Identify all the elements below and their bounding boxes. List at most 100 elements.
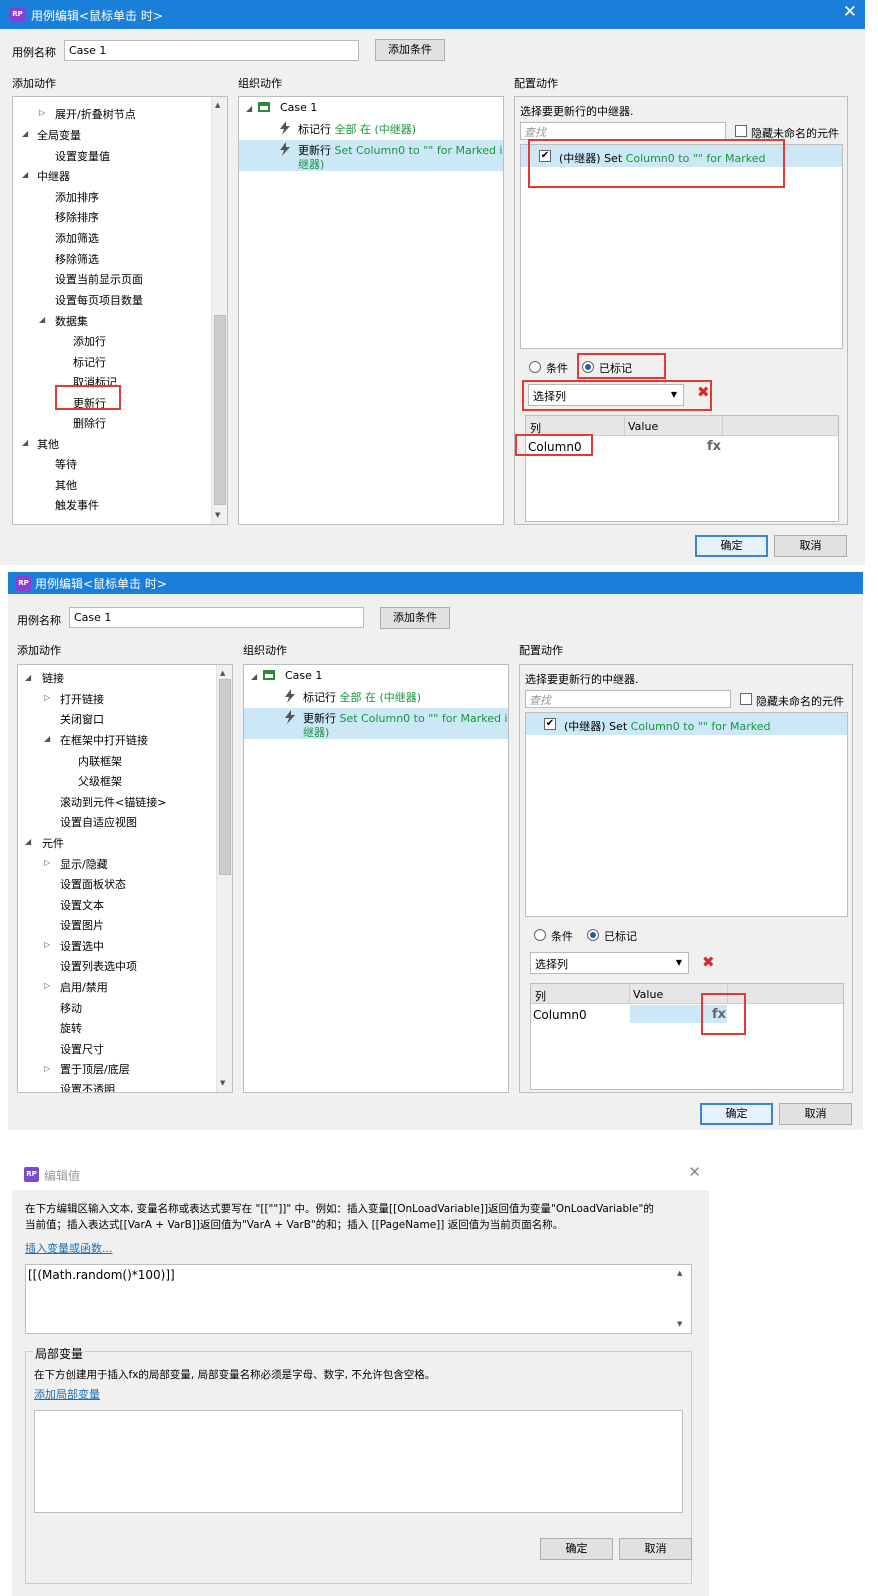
tree-item[interactable]: 打开链接 bbox=[60, 691, 104, 707]
tree-item[interactable]: 数据集 bbox=[55, 313, 88, 329]
collapse-icon[interactable]: ◢ bbox=[22, 438, 28, 447]
radio-condition[interactable] bbox=[534, 929, 546, 941]
collapse-icon[interactable]: ◢ bbox=[22, 170, 28, 179]
select-column-dropdown[interactable]: 选择列 ▼ bbox=[530, 952, 689, 974]
close-icon[interactable]: ✕ bbox=[843, 2, 857, 22]
search-input[interactable]: 查找 bbox=[525, 690, 731, 708]
column-cell[interactable]: Column0 bbox=[533, 1008, 587, 1022]
tree-item[interactable]: 设置尺寸 bbox=[60, 1041, 104, 1057]
action-mark-row[interactable]: 标记行 全部 在 (中继器) bbox=[298, 121, 416, 137]
collapse-icon[interactable]: ◢ bbox=[25, 673, 31, 682]
expand-icon[interactable]: ▷ bbox=[44, 1064, 50, 1073]
tree-item[interactable]: 设置选中 bbox=[60, 938, 104, 954]
collapse-icon[interactable]: ◢ bbox=[246, 104, 252, 113]
expand-icon[interactable]: ▷ bbox=[44, 940, 50, 949]
tree-item[interactable]: 其他 bbox=[55, 477, 77, 493]
scroll-down-icon[interactable]: ▼ bbox=[215, 511, 220, 519]
collapse-icon[interactable]: ◢ bbox=[25, 837, 31, 846]
ok-button[interactable]: 确定 bbox=[540, 1538, 613, 1560]
hide-unnamed-checkbox[interactable] bbox=[740, 693, 752, 705]
ok-button[interactable]: 确定 bbox=[695, 535, 768, 557]
radio-marked[interactable] bbox=[587, 929, 599, 941]
case-name-input[interactable]: Case 1 bbox=[69, 607, 364, 628]
add-condition-button[interactable]: 添加条件 bbox=[380, 607, 450, 629]
cancel-button[interactable]: 取消 bbox=[619, 1538, 692, 1560]
scroll-thumb[interactable] bbox=[214, 315, 226, 505]
collapse-icon[interactable]: ◢ bbox=[39, 315, 45, 324]
case-item[interactable]: Case 1 bbox=[280, 101, 317, 114]
expand-icon[interactable]: ▷ bbox=[44, 858, 50, 867]
scroll-thumb[interactable] bbox=[219, 679, 231, 875]
action-update-row[interactable]: 更新行 Set Column0 to "" for Marked in (中 bbox=[303, 710, 508, 726]
hide-unnamed-checkbox[interactable] bbox=[735, 125, 747, 137]
tree-item[interactable]: 添加行 bbox=[73, 333, 106, 349]
scroll-up-icon[interactable]: ▲ bbox=[677, 1269, 682, 1277]
tree-item[interactable]: 启用/禁用 bbox=[60, 979, 108, 995]
tree-item[interactable]: 链接 bbox=[42, 670, 64, 686]
expand-icon[interactable]: ▷ bbox=[39, 108, 45, 117]
tree-item[interactable]: 展开/折叠树节点 bbox=[55, 106, 136, 122]
editor-scrollbar[interactable]: ▲ ▼ bbox=[674, 1265, 691, 1333]
delete-icon[interactable]: ✖ bbox=[702, 953, 715, 971]
scroll-up-icon[interactable]: ▲ bbox=[220, 669, 225, 677]
tree-item[interactable]: 设置变量值 bbox=[55, 148, 110, 164]
fx-icon[interactable]: fx bbox=[707, 439, 721, 454]
repeater-item[interactable]: (中继器) Set Column0 to "" for Marked bbox=[564, 718, 771, 734]
collapse-icon[interactable]: ◢ bbox=[22, 129, 28, 138]
expand-icon[interactable]: ▷ bbox=[44, 981, 50, 990]
tree-item[interactable]: 设置面板状态 bbox=[60, 876, 126, 892]
tree-item[interactable]: 内联框架 bbox=[78, 753, 122, 769]
tree-item[interactable]: 关闭窗口 bbox=[60, 711, 104, 727]
tree-item[interactable]: 移除排序 bbox=[55, 209, 99, 225]
tree-scrollbar[interactable]: ▲ ▼ bbox=[216, 665, 232, 1092]
local-variables-list[interactable] bbox=[34, 1410, 683, 1513]
tree-item[interactable]: 移动 bbox=[60, 1000, 82, 1016]
collapse-icon[interactable]: ◢ bbox=[44, 734, 50, 743]
search-input[interactable]: 查找 bbox=[520, 122, 726, 140]
tree-item[interactable]: 设置不透明 bbox=[60, 1081, 115, 1092]
tree-item[interactable]: 全局变量 bbox=[37, 127, 81, 143]
tree-item[interactable]: 标记行 bbox=[73, 354, 106, 370]
tree-item[interactable]: 元件 bbox=[42, 835, 64, 851]
tree-item[interactable]: 父级框架 bbox=[78, 773, 122, 789]
tree-item[interactable]: 设置当前显示页面 bbox=[55, 271, 143, 287]
ok-button[interactable]: 确定 bbox=[700, 1103, 773, 1125]
delete-icon[interactable]: ✖ bbox=[697, 383, 710, 401]
tree-item[interactable]: 置于顶层/底层 bbox=[60, 1061, 130, 1077]
case-name-input[interactable]: Case 1 bbox=[64, 40, 359, 61]
tree-item[interactable]: 中继器 bbox=[37, 168, 70, 184]
tree-item[interactable]: 添加筛选 bbox=[55, 230, 99, 246]
expand-icon[interactable]: ▷ bbox=[44, 693, 50, 702]
repeater-checkbox[interactable]: ✔ bbox=[544, 718, 556, 730]
cancel-button[interactable]: 取消 bbox=[779, 1103, 852, 1125]
add-local-variable-link[interactable]: 添加局部变量 bbox=[34, 1386, 100, 1402]
tree-item[interactable]: 设置文本 bbox=[60, 897, 104, 913]
action-mark-row[interactable]: 标记行 全部 在 (中继器) bbox=[303, 689, 421, 705]
tree-item[interactable]: 设置图片 bbox=[60, 917, 104, 933]
tree-item[interactable]: 添加排序 bbox=[55, 189, 99, 205]
close-icon[interactable]: ✕ bbox=[688, 1163, 701, 1181]
tree-item[interactable]: 显示/隐藏 bbox=[60, 856, 108, 872]
tree-scrollbar[interactable]: ▲ ▼ bbox=[211, 97, 227, 524]
tree-item[interactable]: 移除筛选 bbox=[55, 251, 99, 267]
insert-variable-link[interactable]: 插入变量或函数... bbox=[25, 1240, 113, 1256]
tree-item[interactable]: 旋转 bbox=[60, 1020, 82, 1036]
collapse-icon[interactable]: ◢ bbox=[251, 672, 257, 681]
tree-item[interactable]: 滚动到元件<锚链接> bbox=[60, 794, 166, 810]
tree-item[interactable]: 其他 bbox=[37, 436, 59, 452]
case-item[interactable]: Case 1 bbox=[285, 669, 322, 682]
action-update-row[interactable]: 更新行 Set Column0 to "" for Marked in (中 bbox=[298, 142, 503, 158]
cancel-button[interactable]: 取消 bbox=[774, 535, 847, 557]
expression-editor[interactable]: [[(Math.random()*100)]] ▲ ▼ bbox=[25, 1264, 692, 1334]
tree-item[interactable]: 设置每页项目数量 bbox=[55, 292, 143, 308]
tree-item[interactable]: 等待 bbox=[55, 456, 77, 472]
tree-item[interactable]: 设置自适应视图 bbox=[60, 814, 137, 830]
tree-item[interactable]: 在框架中打开链接 bbox=[60, 732, 148, 748]
add-condition-button[interactable]: 添加条件 bbox=[375, 39, 445, 61]
tree-item[interactable]: 删除行 bbox=[73, 415, 106, 431]
tree-item[interactable]: 触发事件 bbox=[55, 497, 99, 513]
scroll-down-icon[interactable]: ▼ bbox=[220, 1079, 225, 1087]
scroll-up-icon[interactable]: ▲ bbox=[215, 101, 220, 109]
close-icon[interactable]: ✕ bbox=[843, 572, 857, 592]
tree-item[interactable]: 设置列表选中项 bbox=[60, 958, 137, 974]
